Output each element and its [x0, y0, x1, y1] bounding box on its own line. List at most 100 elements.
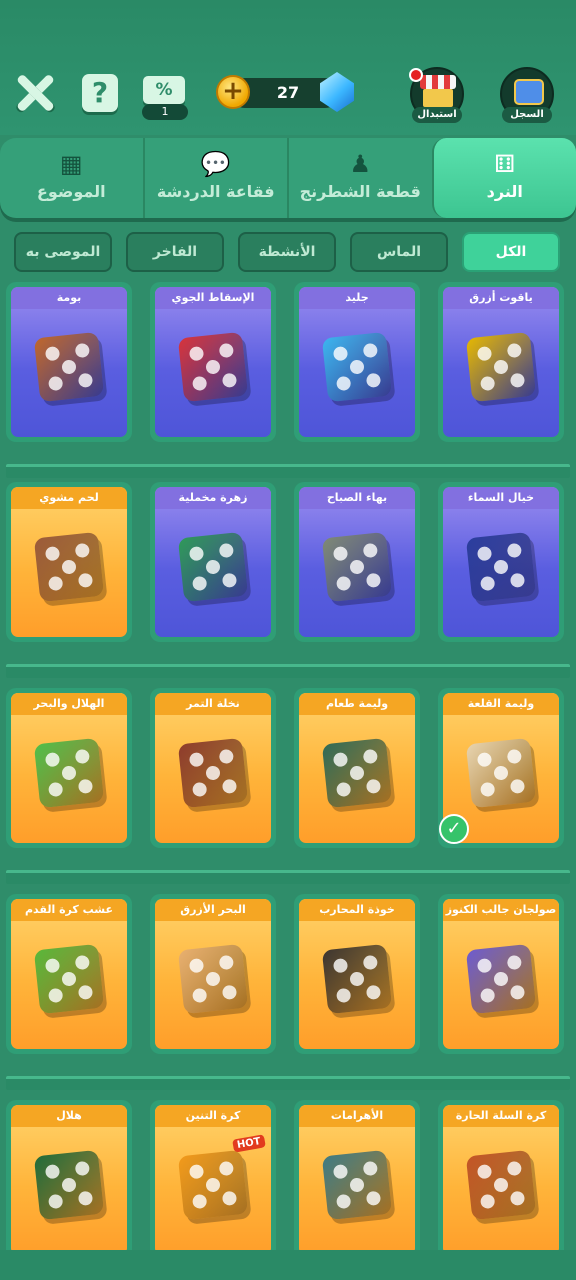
notification-dot: [409, 68, 423, 82]
dice-pip: [332, 751, 349, 768]
dice-card-body: هلال: [11, 1105, 127, 1250]
record-label: السجل: [502, 107, 552, 123]
dice-card-title: الأهرامات: [299, 1105, 415, 1127]
dice-pip: [188, 345, 205, 362]
dice-card-title: عشب كرة القدم: [11, 899, 127, 921]
dice-card-body: لحم مشوي: [11, 487, 127, 637]
dice-pip: [221, 572, 238, 589]
dice-card-body: زهرة مخملية: [155, 487, 271, 637]
dice-card[interactable]: بومة: [6, 282, 132, 442]
dice-card[interactable]: الهلال والبحر: [6, 688, 132, 848]
dice-card[interactable]: البحر الأزرق: [150, 894, 276, 1054]
dice-pip: [349, 559, 365, 575]
dice-card-title: بومة: [11, 287, 127, 309]
filter-1[interactable]: الماس: [350, 232, 448, 272]
dice-pip: [493, 1177, 509, 1193]
dice-icon: [321, 331, 393, 403]
dice-card[interactable]: الأهرامات: [294, 1100, 420, 1250]
dice-pip: [74, 342, 91, 359]
filter-4[interactable]: الموصى به: [14, 232, 112, 272]
ticket-count: 1: [142, 104, 188, 120]
dice-card[interactable]: بهاء الصباح: [294, 482, 420, 642]
shop-stall-icon: [423, 89, 453, 107]
dice-card[interactable]: كرة السلة الحارة: [438, 1100, 564, 1250]
dice-card-title: هلال: [11, 1105, 127, 1127]
tab-theme-grid[interactable]: ▦ الموضوع: [0, 138, 143, 218]
shelf: [6, 664, 570, 678]
dice-pip: [349, 1177, 365, 1193]
dice-card[interactable]: ياقوت أزرق: [438, 282, 564, 442]
dice-card-body: الهلال والبحر: [11, 693, 127, 843]
shelf-row: كرة السلة الحارة الأهرامات كرة التنين HOT هل…: [0, 1100, 576, 1250]
dice-pip: [362, 954, 379, 971]
close-icon[interactable]: [14, 72, 56, 114]
dice-pip: [362, 1160, 379, 1177]
filter-3[interactable]: الفاخر: [126, 232, 224, 272]
dice-pip: [191, 987, 208, 1004]
tab-label: قطعة الشطرنج: [299, 182, 421, 201]
dice-card-title: كرة التنين: [155, 1105, 271, 1127]
coin-add-icon[interactable]: +: [216, 75, 250, 109]
item-grid: ياقوت أزرق جليد الإسقاط الجوي بومة خيال السم…: [0, 282, 576, 1250]
dice-pip: [509, 1190, 526, 1207]
dice-card-title: خيال السماء: [443, 487, 559, 509]
dice-card[interactable]: خوذة المحارب: [294, 894, 420, 1054]
dice-pip: [335, 987, 352, 1004]
dice-card[interactable]: وليمة طعام: [294, 688, 420, 848]
dice-pip: [221, 1190, 238, 1207]
tab-dice[interactable]: ⚅ النرد: [431, 138, 576, 218]
dice-pip: [188, 957, 205, 974]
dice-card-title: ياقوت أزرق: [443, 287, 559, 309]
dice-pip: [47, 1193, 64, 1210]
dice-icon: [177, 331, 249, 403]
dice-pip: [335, 375, 352, 392]
dice-pip: [77, 372, 94, 389]
dice-pip: [221, 372, 238, 389]
dice-pip: [47, 375, 64, 392]
dice-card[interactable]: زهرة مخملية: [150, 482, 276, 642]
dice-card[interactable]: صولجان جالب الكنوز: [438, 894, 564, 1054]
dice-card[interactable]: الإسقاط الجوي: [150, 282, 276, 442]
dice-pip: [506, 542, 523, 559]
dice-card-title: جليد: [299, 287, 415, 309]
dice-card-body: بومة: [11, 287, 127, 437]
dice-card-title: زهرة مخملية: [155, 487, 271, 509]
dice-card[interactable]: هلال: [6, 1100, 132, 1250]
dice-pip: [506, 342, 523, 359]
dice-pip: [349, 765, 365, 781]
shelf-row: خيال السماء بهاء الصباح زهرة مخملية لحم مشو…: [0, 482, 576, 678]
help-icon[interactable]: ?: [82, 74, 118, 112]
tab-chess-piece[interactable]: ♟ قطعة الشطرنج: [287, 138, 432, 218]
dice-pip: [205, 359, 221, 375]
dice-card-body: البحر الأزرق: [155, 899, 271, 1049]
dice-card[interactable]: عشب كرة القدم: [6, 894, 132, 1054]
dice-card[interactable]: لحم مشوي: [6, 482, 132, 642]
dice-pip: [506, 748, 523, 765]
dice-icon: [33, 737, 105, 809]
dice-card-body: نخلة التمر: [155, 693, 271, 843]
dice-card[interactable]: خيال السماء: [438, 482, 564, 642]
dice-pip: [191, 1193, 208, 1210]
dice-card-body: كرة السلة الحارة: [443, 1105, 559, 1250]
dice-pip: [476, 957, 493, 974]
tab-chat-bubble[interactable]: 💬 فقاعة الدردشة: [142, 138, 288, 218]
shelf: [6, 1076, 570, 1090]
dice-card[interactable]: كرة التنين HOT: [150, 1100, 276, 1250]
dice-pip: [493, 971, 509, 987]
dice-pip: [47, 575, 64, 592]
filter-2[interactable]: الأنشطة: [238, 232, 336, 272]
dice-pip: [218, 954, 235, 971]
dice-card[interactable]: نخلة التمر: [150, 688, 276, 848]
dice-pip: [77, 984, 94, 1001]
tab-label: الموضوع: [36, 182, 106, 201]
dice-pip: [47, 781, 64, 798]
dice-icon: [177, 943, 249, 1015]
filter-0[interactable]: الكل: [462, 232, 560, 272]
dice-pip: [365, 984, 382, 1001]
shelf-row: وليمة القلعة ✓ وليمة طعام نخلة التمر الهلال …: [0, 688, 576, 884]
dice-card[interactable]: جليد: [294, 282, 420, 442]
discount-ticket-icon[interactable]: %: [143, 76, 185, 104]
dice-pip: [479, 575, 496, 592]
dice-pip: [332, 1163, 349, 1180]
dice-pip: [479, 987, 496, 1004]
